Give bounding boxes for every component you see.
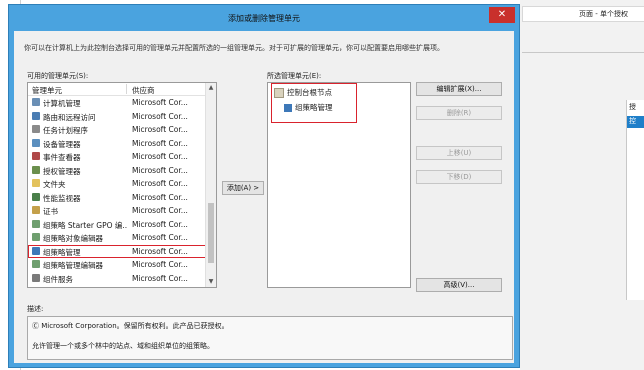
column-header-vendor[interactable]: 供应商 (132, 85, 155, 96)
snapin-name: 性能监视器 (43, 193, 81, 203)
snapin-row[interactable]: 事件查看器 Microsoft Cor... (28, 150, 206, 164)
highlight-annotation (271, 83, 357, 123)
snapin-icon (32, 138, 40, 147)
background-tab-title: 页面 - 单个授权 (579, 10, 628, 18)
snapin-row[interactable]: 计算机管理 Microsoft Cor... (28, 96, 206, 110)
close-button[interactable]: ✕ (489, 7, 515, 23)
move-up-button[interactable]: 上移(U) (416, 146, 502, 160)
snapin-vendor: Microsoft Cor... (132, 138, 188, 148)
snapin-vendor: Microsoft Cor... (132, 165, 188, 175)
snapin-name: 事件查看器 (43, 153, 81, 162)
snapin-name: 组策略管理编辑器 (43, 261, 103, 270)
snapin-icon (32, 179, 40, 187)
snapin-row[interactable]: 任务计划程序 Microsoft Cor... (28, 123, 206, 137)
add-button[interactable]: 添加(A) > (222, 181, 264, 195)
snapin-vendor: Microsoft Cor... (132, 179, 188, 188)
dialog-description: 你可以在计算机上为此控制台选择可用的管理单元并配置所选的一组管理单元。对于可扩展… (24, 44, 444, 52)
snapin-name: 路由和远程访问 (43, 112, 96, 122)
background-actions-pane: 授 控 (626, 100, 644, 300)
description-box: Ⓒ Microsoft Corporation。保留所有权利。此产品已获授权。 … (27, 316, 513, 360)
background-tab[interactable]: 页面 - 单个授权 (522, 6, 644, 22)
advanced-button[interactable]: 高级(V)... (416, 278, 502, 292)
dialog-client-area: 你可以在计算机上为此控制台选择可用的管理单元并配置所选的一组管理单元。对于可扩展… (14, 31, 514, 363)
snapin-row[interactable]: 授权管理器 Microsoft Cor... (28, 164, 206, 178)
column-separator[interactable] (126, 84, 127, 94)
dialog-titlebar[interactable]: 添加或删除管理单元 ✕ (9, 5, 519, 31)
snapin-row[interactable]: 组策略管理编辑器 Microsoft Cor... (28, 258, 206, 272)
snapin-row[interactable]: 组策略对象编辑器 Microsoft Cor... (28, 231, 206, 245)
snapin-row[interactable]: 组策略 Starter GPO 编... Microsoft Cor... (28, 218, 206, 232)
snapin-name: 组策略对象编辑器 (43, 234, 103, 243)
scroll-down-icon[interactable]: ▼ (207, 278, 215, 286)
snapin-rows: 计算机管理 Microsoft Cor... 路由和远程访问 Microsoft Co… (28, 96, 206, 285)
snapin-vendor: Microsoft Cor... (132, 260, 188, 269)
snapin-vendor: Microsoft Cor... (132, 273, 188, 283)
snapin-row[interactable]: 组策略管理 Microsoft Cor... (28, 244, 206, 258)
snapin-name: 组件服务 (43, 274, 73, 284)
snapin-row[interactable]: 设备管理器 Microsoft Cor... (28, 137, 206, 151)
actions-pane-row[interactable]: 控 (627, 116, 644, 128)
snapin-vendor: Microsoft Cor... (132, 111, 188, 121)
snapin-vendor: Microsoft Cor... (132, 206, 188, 215)
snapin-icon (32, 111, 40, 120)
list-header: 管理单元 供应商 (28, 83, 206, 96)
remove-button[interactable]: 删除(R) (416, 106, 502, 120)
snapin-name: 设备管理器 (43, 139, 81, 149)
selected-snapins-label: 所选管理单元(E): (267, 72, 322, 80)
actions-pane-header: 授 (629, 103, 636, 111)
snapin-vendor: Microsoft Cor... (132, 192, 188, 202)
snapin-icon (32, 219, 40, 228)
description-text: 允许管理一个或多个林中的站点、域和组织单位的组策略。 (32, 342, 214, 350)
snapin-vendor: Microsoft Cor... (132, 152, 188, 161)
snapin-row[interactable]: 文件夹 Microsoft Cor... (28, 177, 206, 191)
snapin-row[interactable]: 组件服务 Microsoft Cor... (28, 272, 206, 286)
snapin-name: 文件夹 (43, 180, 66, 189)
snapin-icon (32, 165, 40, 174)
dialog-title: 添加或删除管理单元 (228, 14, 300, 23)
snapin-icon (32, 260, 40, 268)
snapin-icon (32, 98, 40, 106)
edit-extensions-button[interactable]: 编辑扩展(X)... (416, 82, 502, 96)
snapin-icon (32, 152, 40, 160)
snapin-vendor: Microsoft Cor... (132, 219, 188, 229)
available-snapins-list[interactable]: 管理单元 供应商 计算机管理 Microsoft Cor... 路由和远程访问 Mic… (27, 82, 217, 288)
scroll-up-icon[interactable]: ▲ (207, 84, 215, 92)
snapin-icon (32, 192, 40, 201)
snapin-vendor: Microsoft Cor... (132, 98, 188, 107)
move-down-button[interactable]: 下移(D) (416, 170, 502, 184)
snapin-icon (32, 125, 40, 133)
description-copyright: Ⓒ Microsoft Corporation。保留所有权利。此产品已获授权。 (32, 322, 229, 330)
snapin-vendor: Microsoft Cor... (132, 246, 188, 256)
list-scrollbar[interactable]: ▲ ▼ (205, 83, 216, 287)
snapin-name: 任务计划程序 (43, 126, 88, 135)
add-remove-snapins-dialog: 添加或删除管理单元 ✕ 你可以在计算机上为此控制台选择可用的管理单元并配置所选的… (8, 4, 520, 368)
snapin-vendor: Microsoft Cor... (132, 233, 188, 242)
snapin-name: 组策略管理 (43, 247, 81, 257)
snapin-name: 组策略 Starter GPO 编... (43, 220, 127, 230)
snapin-row[interactable]: 证书 Microsoft Cor... (28, 204, 206, 218)
snapin-name: 授权管理器 (43, 166, 81, 176)
snapin-name: 证书 (43, 207, 58, 216)
column-header-name[interactable]: 管理单元 (32, 85, 62, 96)
snapin-icon (32, 273, 40, 282)
snapin-icon (32, 206, 40, 214)
snapin-vendor: Microsoft Cor... (132, 125, 188, 134)
snapin-row[interactable]: 性能监视器 Microsoft Cor... (28, 191, 206, 205)
scroll-thumb[interactable] (208, 203, 214, 263)
background-divider (522, 52, 644, 53)
snapin-icon (32, 246, 40, 255)
available-snapins-label: 可用的管理单元(S): (27, 72, 89, 80)
description-label: 描述: (27, 305, 44, 313)
snapin-name: 计算机管理 (43, 99, 81, 108)
snapin-icon (32, 233, 40, 241)
snapin-row[interactable]: 路由和远程访问 Microsoft Cor... (28, 110, 206, 124)
